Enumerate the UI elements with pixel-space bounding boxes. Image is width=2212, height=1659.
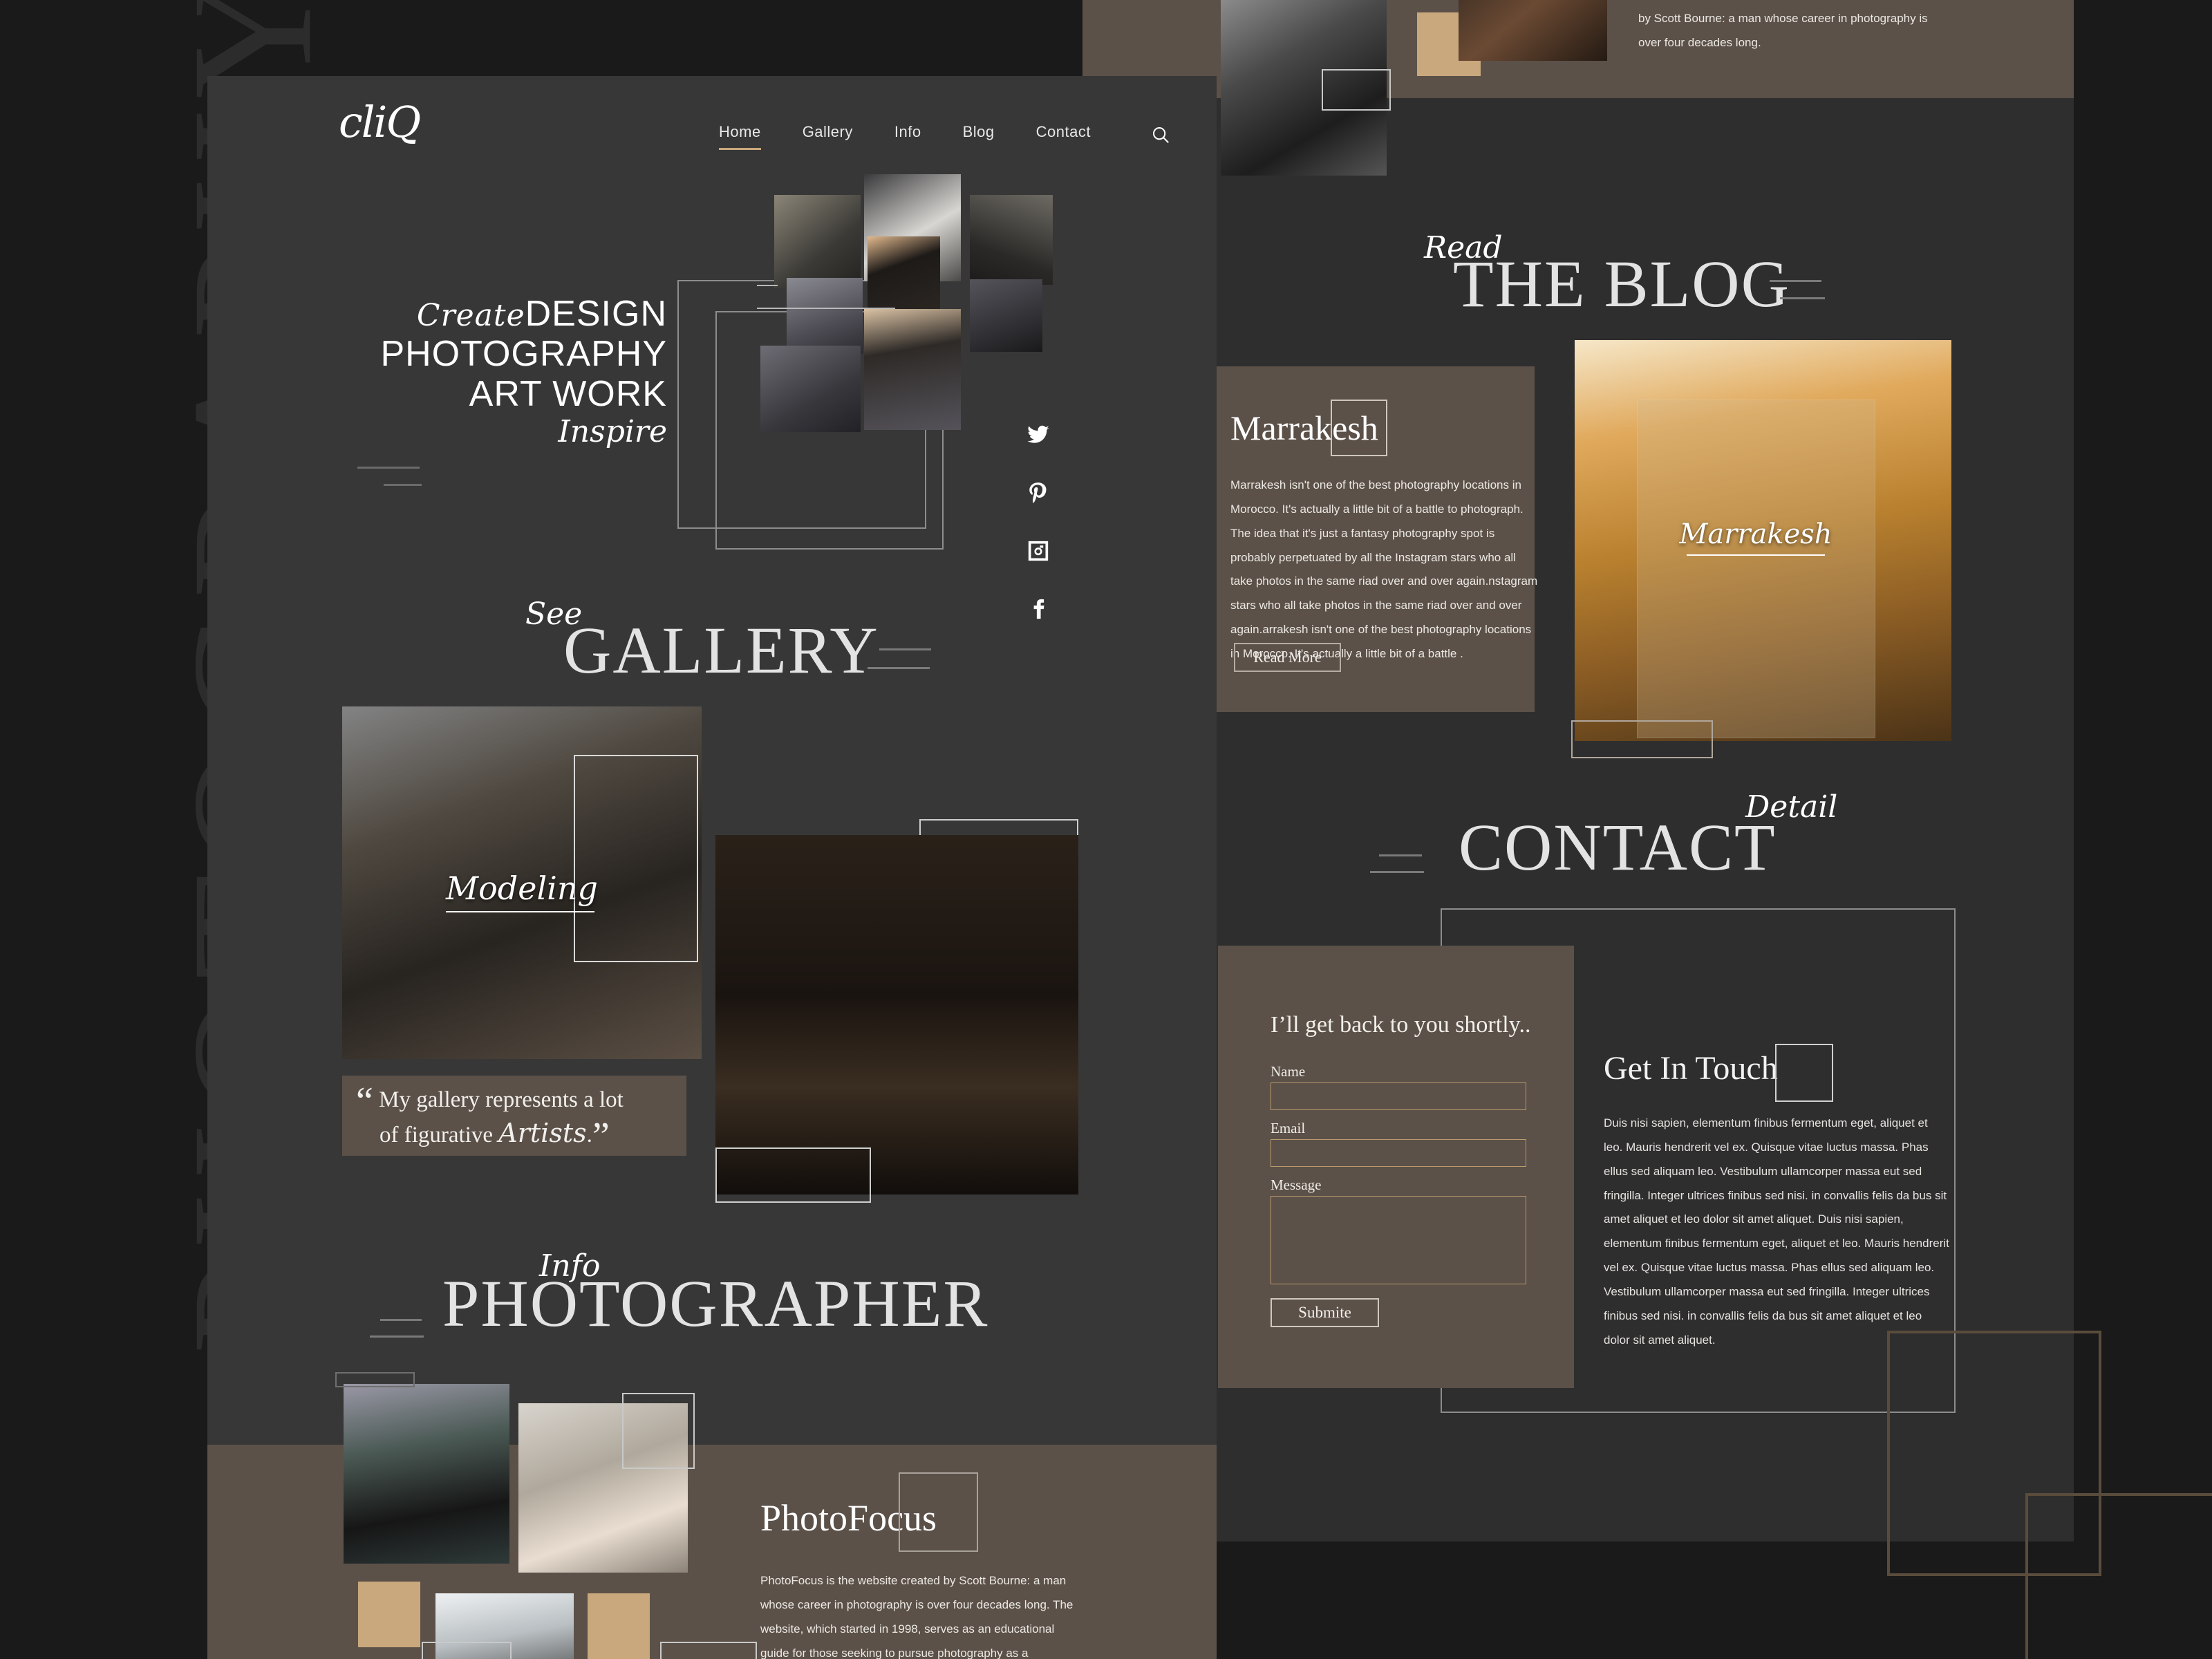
gallery-script-label: See bbox=[525, 597, 583, 632]
search-icon[interactable] bbox=[1150, 124, 1171, 149]
main-navigation: Home Gallery Info Blog Contact bbox=[719, 123, 1171, 150]
deco-frame-blog-photo bbox=[1571, 720, 1713, 758]
contact-section-title: Detail CONTACT bbox=[1459, 789, 1837, 885]
deco-frame-git bbox=[1775, 1044, 1833, 1102]
nav-item-home[interactable]: Home bbox=[719, 123, 761, 150]
nav-item-info[interactable]: Info bbox=[894, 123, 921, 150]
collage-tile bbox=[774, 195, 861, 288]
blog-photo-caption: Marrakesh bbox=[1659, 518, 1853, 556]
message-label: Message bbox=[1271, 1177, 1322, 1193]
photofocus-body: PhotoFocus is the website created by Sco… bbox=[760, 1574, 1074, 1659]
gallery-photo-caption: Modeling bbox=[446, 870, 598, 912]
quote-close-mark: ” bbox=[592, 1114, 610, 1158]
deco-frame-photog-a bbox=[622, 1393, 695, 1469]
gallery-quote-box: “ My gallery represents a lot of figurat… bbox=[342, 1076, 686, 1156]
nav-item-blog[interactable]: Blog bbox=[963, 123, 995, 150]
gallery-rule-1 bbox=[879, 648, 931, 650]
photo-man-camera[interactable] bbox=[344, 1384, 509, 1564]
collage-tile bbox=[787, 278, 863, 354]
deco-line-hero-1 bbox=[757, 285, 778, 286]
hero-script-inspire: Inspire bbox=[558, 413, 667, 449]
marrakesh-caption-text: Marrakesh bbox=[1679, 518, 1833, 550]
submit-button[interactable]: Submite bbox=[1271, 1298, 1379, 1327]
name-label: Name bbox=[1271, 1063, 1306, 1080]
blog-title: THE BLOG bbox=[1453, 247, 1790, 321]
gallery-rule-2 bbox=[868, 667, 930, 669]
nav-item-contact[interactable]: Contact bbox=[1036, 123, 1091, 150]
gallery-photo-couple[interactable] bbox=[715, 835, 1078, 1194]
instagram-icon[interactable] bbox=[1027, 539, 1050, 563]
contact-rule-2 bbox=[1370, 871, 1424, 873]
collage-tile bbox=[760, 346, 861, 432]
hero-photo-collage bbox=[760, 174, 1058, 478]
contact-form-heading: I’ll get back to you shortly.. bbox=[1271, 1012, 1531, 1038]
collage-tile bbox=[970, 195, 1053, 285]
deco-frame-photog-c bbox=[422, 1642, 512, 1659]
contact-title: CONTACT bbox=[1459, 810, 1777, 884]
tan-block-right bbox=[588, 1593, 650, 1659]
hero-script-create: Create bbox=[416, 298, 525, 333]
contact-rule-1 bbox=[1379, 854, 1422, 856]
email-input[interactable] bbox=[1271, 1139, 1526, 1167]
hero-line-design: DESIGN bbox=[525, 294, 667, 334]
quote-open-mark: “ bbox=[356, 1080, 373, 1123]
collage-tile-camera bbox=[868, 236, 940, 309]
hero-line-photography: PHOTOGRAPHY bbox=[380, 334, 667, 375]
hero-line-artwork: ART WORK bbox=[469, 374, 667, 415]
top-overflow-text: by Scott Bourne: a man whose career in p… bbox=[1638, 12, 1928, 49]
tan-block-left bbox=[358, 1582, 420, 1647]
site-logo[interactable]: cliQ bbox=[339, 97, 421, 147]
photographer-section-title: Info PHOTOGRAPHER bbox=[442, 1248, 989, 1342]
nav-item-gallery[interactable]: Gallery bbox=[803, 123, 853, 150]
social-links bbox=[1027, 423, 1050, 621]
facebook-icon[interactable] bbox=[1027, 597, 1050, 621]
deco-frame-top bbox=[1322, 69, 1391, 111]
hero-title: CreateDESIGN PHOTOGRAPHY ART WORK Inspir… bbox=[342, 294, 667, 449]
deco-frame-gallery-c bbox=[715, 1147, 871, 1203]
deco-frame-photog-d bbox=[660, 1642, 757, 1659]
read-more-button[interactable]: Read More bbox=[1234, 643, 1341, 672]
get-in-touch-body: Duis nisi sapien, elementum finibus ferm… bbox=[1604, 1116, 1949, 1347]
photographer-title: PHOTOGRAPHER bbox=[442, 1266, 989, 1340]
name-input[interactable] bbox=[1271, 1082, 1526, 1110]
hero-dash-2 bbox=[384, 484, 422, 486]
gallery-title: GALLERY bbox=[563, 613, 879, 687]
blog-rule-2 bbox=[1780, 297, 1825, 299]
collage-tile bbox=[970, 279, 1042, 352]
blog-section-title: Read THE BLOG bbox=[1424, 230, 1790, 322]
deco-line-hero-2 bbox=[757, 308, 895, 309]
twitter-icon[interactable] bbox=[1027, 423, 1050, 447]
contact-script-label: Detail bbox=[1745, 789, 1838, 825]
blog-script-label: Read bbox=[1424, 230, 1503, 265]
quote-line-2-pre: of figurative bbox=[379, 1122, 499, 1147]
modeling-caption-text: Modeling bbox=[446, 870, 598, 907]
collage-tile bbox=[864, 309, 961, 430]
pinterest-icon[interactable] bbox=[1027, 481, 1050, 505]
quote-line-2-script: Artists bbox=[498, 1117, 587, 1148]
blog-post-body: Marrakesh isn't one of the best photogra… bbox=[1230, 478, 1538, 660]
quote-line-2-post: . bbox=[586, 1122, 592, 1147]
photographer-script-label: Info bbox=[539, 1248, 601, 1284]
gallery-section-title: See GALLERY bbox=[525, 597, 879, 688]
photographer-rule-2 bbox=[370, 1335, 424, 1338]
blog-rule-1 bbox=[1770, 280, 1821, 282]
deco-frame-photog-b bbox=[335, 1372, 415, 1387]
quote-line-1: My gallery represents a lot bbox=[379, 1087, 624, 1112]
email-label: Email bbox=[1271, 1120, 1306, 1136]
deco-frame-photofocus bbox=[899, 1472, 978, 1552]
get-in-touch-title: Get In Touch bbox=[1604, 1050, 1778, 1087]
hero-dash-1 bbox=[357, 467, 420, 469]
deco-frame-blog-title bbox=[1331, 400, 1387, 456]
message-textarea[interactable] bbox=[1271, 1196, 1526, 1284]
photographer-rule-1 bbox=[380, 1319, 422, 1321]
blog-photo-overlay bbox=[1637, 400, 1875, 738]
photo-woman-camera bbox=[1459, 0, 1607, 61]
deco-frame-br-2 bbox=[2025, 1493, 2212, 1659]
deco-frame-gallery-a bbox=[574, 755, 698, 962]
